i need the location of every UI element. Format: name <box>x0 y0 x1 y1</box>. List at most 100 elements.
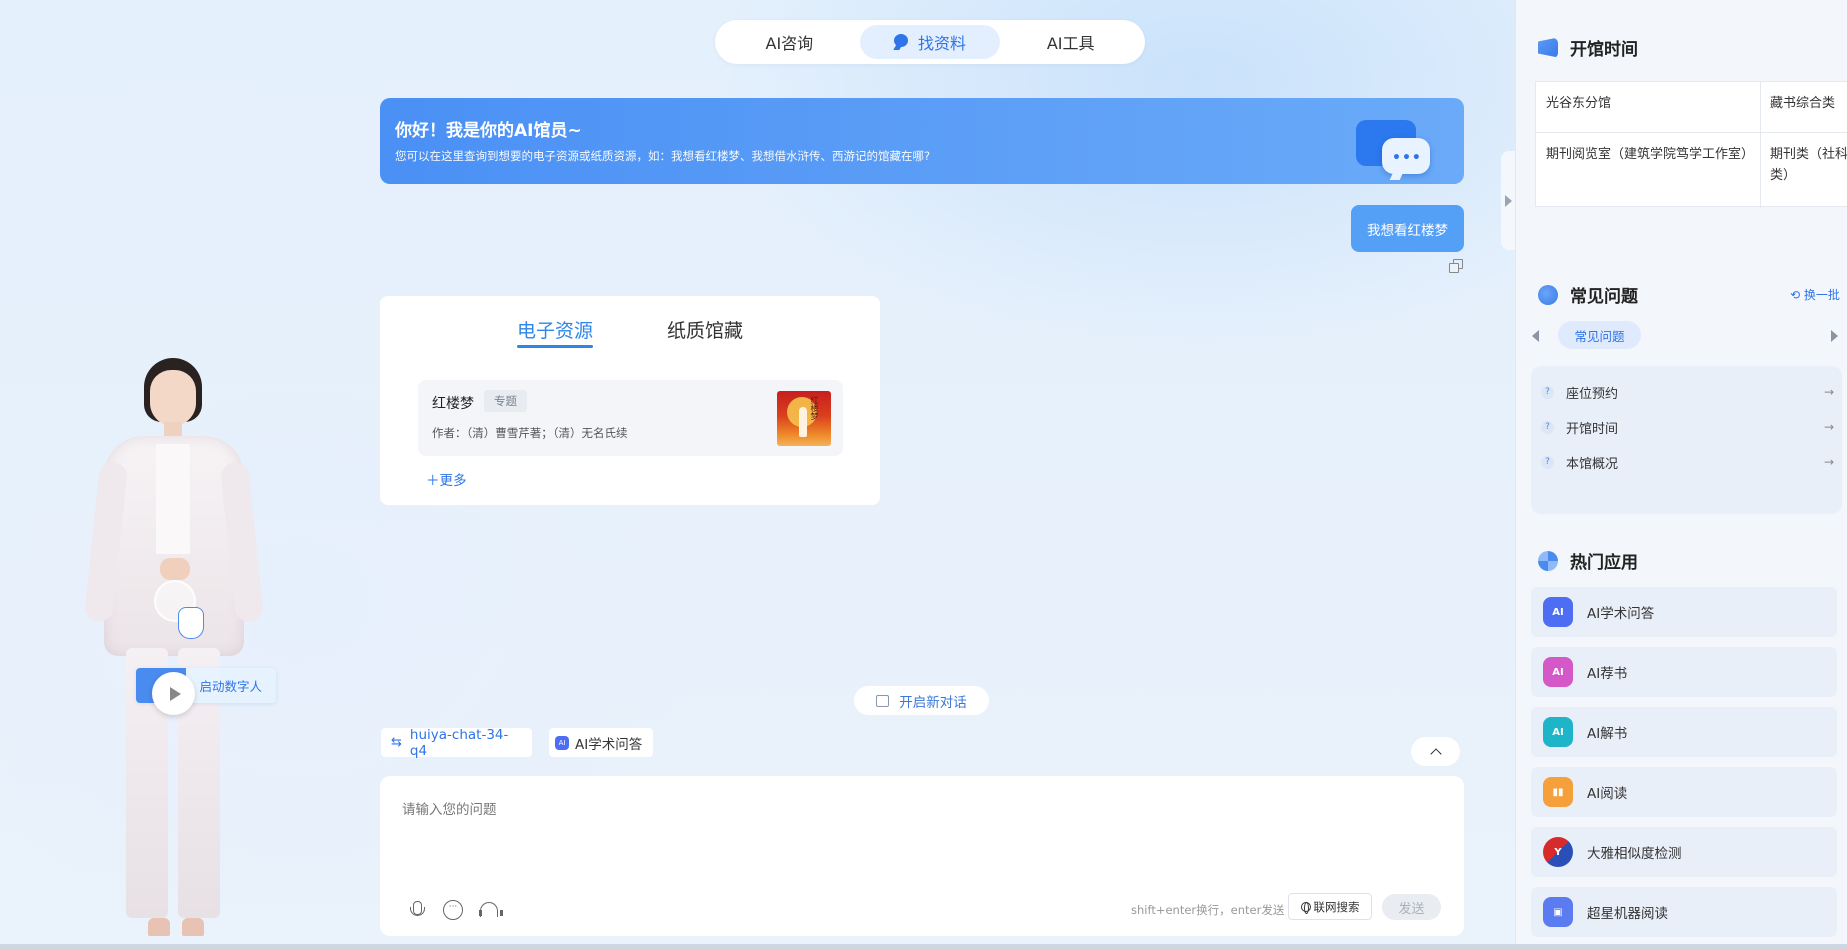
tab-label: AI咨询 <box>765 34 814 53</box>
tab-ai-tools[interactable]: AI工具 <box>1000 25 1141 59</box>
hours-table: 光谷东分馆 藏书综合类 期刊阅览室（建筑学院笃学工作室） 期刊类（社科类） <box>1535 81 1847 208</box>
model-name: huiya-chat-34-q4 <box>409 726 509 759</box>
chevron-right-icon[interactable] <box>1831 330 1838 342</box>
hours-cell: 期刊类（社科类） <box>1770 147 1847 183</box>
caret-right-icon <box>1504 194 1512 207</box>
more-link[interactable]: ＋更多 <box>426 469 467 489</box>
arrow-right-icon: → <box>1823 420 1834 434</box>
chaoxing-robot-icon: ▣ <box>1543 897 1573 927</box>
hours-cell: 藏书综合类 <box>1770 96 1836 111</box>
tab-label: 找资料 <box>918 34 967 53</box>
swap-icon: ⇆ <box>391 735 402 750</box>
mode-tabs: AI咨询 找资料 AI工具 <box>715 20 1145 64</box>
tab-paper-collection[interactable]: 纸质馆藏 <box>667 316 743 343</box>
user-message-bubble: 我想看红楼梦 <box>1351 205 1464 252</box>
send-hint: shift+enter换行，enter发送 <box>1131 903 1285 917</box>
chat-input-box[interactable]: 请输入您的问题 shift+enter换行，enter发送 联网搜索 发送 <box>380 776 1464 936</box>
globe-icon <box>1300 901 1311 914</box>
microphone-icon[interactable] <box>407 900 427 920</box>
app-ai-academic-qa[interactable]: AI AI学术问答 <box>1531 587 1837 637</box>
app-ai-recommend[interactable]: AI AI荐书 <box>1531 647 1837 697</box>
faq-list: ? 座位预约 → ? 开馆时间 → ? 本馆概况 → <box>1531 366 1842 514</box>
book-author: 作者：（清）曹雪芹著；（清）无名氏续 <box>432 426 628 440</box>
send-button[interactable]: 发送 <box>1382 894 1441 920</box>
tab-electronic-resources[interactable]: 电子资源 <box>517 316 594 348</box>
arrow-right-icon: → <box>1823 385 1834 399</box>
hot-apps-title-text: 热门应用 <box>1570 553 1638 573</box>
message-icon[interactable] <box>443 900 463 920</box>
faq-title-text: 常见问题 <box>1570 287 1638 307</box>
faq-item[interactable]: ? 开馆时间 → <box>1541 416 1836 438</box>
chat-illustration-icon: ••• <box>1356 116 1436 184</box>
copy-icon[interactable] <box>1449 259 1463 273</box>
hours-title-text: 开馆时间 <box>1570 40 1638 60</box>
hot-apps-section-title: 热门应用 <box>1538 548 1638 573</box>
book-tag: 专题 <box>484 390 527 412</box>
right-panel: 开馆时间 光谷东分馆 藏书综合类 期刊阅览室（建筑学院笃学工作室） 期刊类（社科… <box>1515 0 1847 944</box>
tap-hand-icon <box>178 607 204 639</box>
app-daya-similarity[interactable]: Y 大雅相似度检测 <box>1531 827 1837 877</box>
hot-apps-icon <box>1538 550 1558 571</box>
refresh-button[interactable]: ⟲ 换一批 <box>1790 286 1840 303</box>
ai-reading-icon: ▮▮ <box>1543 777 1573 807</box>
new-chat-icon <box>876 694 890 707</box>
hours-cell: 光谷东分馆 <box>1546 96 1612 111</box>
ai-academic-icon: AI <box>1543 597 1573 627</box>
app-ai-reading[interactable]: ▮▮ AI阅读 <box>1531 767 1837 817</box>
faq-item[interactable]: ? 座位预约 → <box>1541 381 1836 403</box>
welcome-title: 你好！我是你的AI馆员~ <box>395 121 582 141</box>
daya-similarity-icon: Y <box>1543 837 1573 867</box>
question-icon: ? <box>1541 420 1554 434</box>
panel-toggle-handle[interactable] <box>1501 151 1515 250</box>
faq-item[interactable]: ? 本馆概况 → <box>1541 451 1836 473</box>
ai-explain-icon: AI <box>1543 717 1573 747</box>
headset-icon[interactable] <box>479 900 503 920</box>
app-label: AI学术问答 <box>1587 606 1655 622</box>
question-icon: ? <box>1541 455 1554 469</box>
selected-app-chip[interactable]: AI AI学术问答 <box>549 728 653 757</box>
model-selector[interactable]: ⇆ huiya-chat-34-q4 <box>381 726 532 759</box>
book-result-item[interactable]: 红楼梦 专题 作者：（清）曹雪芹著；（清）无名氏续 红楼梦 <box>418 380 843 456</box>
app-label: AI阅读 <box>1587 786 1628 802</box>
app-chaoxing-robot[interactable]: ▣ 超星机器阅读 <box>1531 887 1837 937</box>
app-ai-explain[interactable]: AI AI解书 <box>1531 707 1837 757</box>
tab-find-resources[interactable]: 找资料 <box>859 25 1001 59</box>
faq-item-label: 本馆概况 <box>1566 456 1619 472</box>
collapse-button[interactable] <box>1411 737 1460 766</box>
app-label: 大雅相似度检测 <box>1587 846 1682 862</box>
hours-section-title: 开馆时间 <box>1538 35 1638 60</box>
play-icon <box>170 686 181 701</box>
faq-category-chip[interactable]: 常见问题 <box>1558 321 1641 349</box>
tab-label: AI工具 <box>1046 34 1095 53</box>
ai-recommend-icon: AI <box>1543 657 1573 687</box>
faq-section-title: 常见问题 <box>1538 282 1638 307</box>
resource-result-card: 电子资源 纸质馆藏 红楼梦 专题 作者：（清）曹雪芹著；（清）无名氏续 红楼梦 … <box>380 296 880 505</box>
arrow-right-icon: → <box>1823 455 1834 469</box>
selected-app-label: AI学术问答 <box>575 736 643 753</box>
app-label: 超星机器阅读 <box>1587 906 1668 922</box>
new-chat-button[interactable]: 开启新对话 <box>854 686 989 715</box>
faq-icon <box>1538 284 1558 305</box>
web-search-toggle[interactable]: 联网搜索 <box>1288 893 1372 920</box>
book-title: 红楼梦 <box>432 396 474 412</box>
digital-human-avatar <box>86 352 266 944</box>
chevron-up-icon <box>1429 747 1442 760</box>
refresh-label: 换一批 <box>1803 288 1840 302</box>
tab-ai-consult[interactable]: AI咨询 <box>719 25 860 59</box>
welcome-subtitle: 您可以在这里查询到想要的电子资源或纸质资源，如：我想看红楼梦、我想借水浒传、西游… <box>395 149 931 163</box>
app-label: AI解书 <box>1587 726 1628 742</box>
question-icon: ? <box>1541 385 1554 399</box>
chevron-left-icon[interactable] <box>1532 330 1539 342</box>
faq-item-label: 座位预约 <box>1566 386 1619 402</box>
faq-item-label: 开馆时间 <box>1566 421 1619 437</box>
app-label: AI荐书 <box>1587 666 1628 682</box>
chat-input-placeholder[interactable]: 请输入您的问题 <box>402 798 497 818</box>
play-button[interactable] <box>152 672 195 715</box>
welcome-banner: 你好！我是你的AI馆员~ 您可以在这里查询到想要的电子资源或纸质资源，如：我想看… <box>380 98 1464 184</box>
speaker-icon <box>1538 37 1558 58</box>
chat-bubble-icon <box>894 34 910 50</box>
bottom-border <box>0 944 1847 949</box>
hours-cell: 期刊阅览室（建筑学院笃学工作室） <box>1546 147 1755 162</box>
input-tools <box>407 900 503 920</box>
new-chat-label: 开启新对话 <box>899 694 967 711</box>
